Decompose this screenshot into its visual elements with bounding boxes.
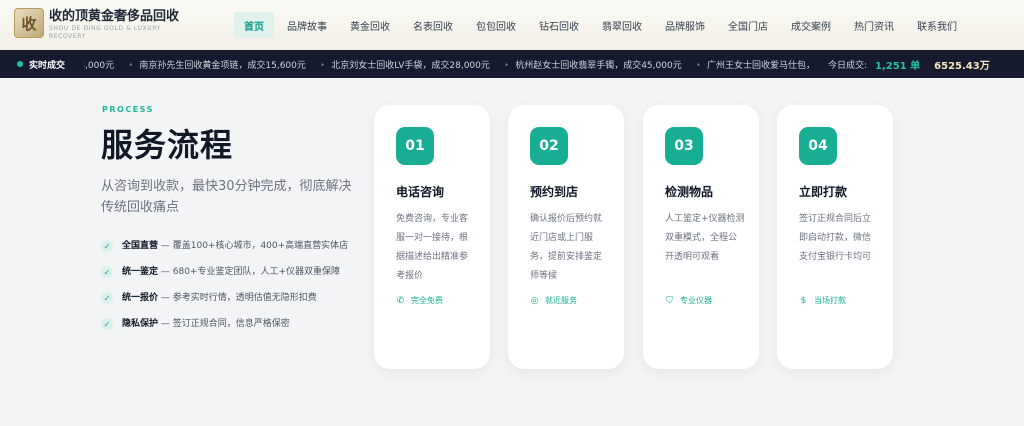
site-header: 收 收的顶黄金奢侈品回收 SHOU DE DING GOLD & LUXURY …: [0, 0, 1024, 50]
shield-icon: ⛉: [666, 295, 673, 306]
feature-text: 隐私保护 — 签订正规合同，信息严格保密: [122, 316, 290, 332]
logo-char: 收: [21, 14, 37, 33]
nav-item-gold[interactable]: 黄金回收: [340, 12, 400, 38]
step-number-badge: 01: [396, 127, 434, 165]
check-icon: ✓: [101, 318, 113, 330]
today-stats: 今日成交: 1,251 单 6525.43万: [822, 50, 1024, 78]
step-tag-label: 当场打款: [814, 296, 846, 305]
live-dot-icon: [17, 61, 23, 67]
brand-subtitle-line2: RECOVERY: [49, 33, 86, 40]
brand-name: 收的顶黄金奢侈品回收: [49, 9, 180, 24]
feature-title: 隐私保护: [122, 319, 159, 329]
step-tag: ✆ 完全免费: [396, 295, 443, 306]
stats-count: 1,251 单: [875, 60, 921, 72]
step-tag: ⛉ 专业仪器: [665, 295, 712, 306]
ticker-item: 北京刘女士回收LV手袋，成交28,000元: [320, 58, 490, 71]
feature-title: 统一报价: [122, 293, 159, 303]
section-subtitle: 从咨询到收款，最快30分钟完成，彻底解决传统回收痛点: [101, 179, 352, 215]
main-nav: 首页 品牌故事 黄金回收 名表回收 包包回收 钻石回收 翡翠回收 品牌服饰 全国…: [234, 12, 970, 38]
feature-text: 统一报价 — 参考实时行情，透明估值无隐形扣费: [122, 290, 317, 306]
step-tag-label: 就近服务: [545, 296, 577, 305]
phone-icon: ✆: [396, 295, 405, 306]
feature-item: ✓ 全国直营 — 覆盖100+核心城市，400+高端直营实体店: [101, 238, 361, 254]
live-label-block: 实时成交: [0, 50, 84, 78]
feature-title: 统一鉴定: [122, 267, 159, 277]
feature-desc: — 680+专业鉴定团队，人工+仪器双重保障: [158, 267, 340, 277]
feature-text: 全国直营 — 覆盖100+核心城市，400+高端直营实体店: [122, 238, 348, 254]
nav-item-brand-story[interactable]: 品牌故事: [277, 12, 337, 38]
feature-item: ✓ 统一报价 — 参考实时行情，透明估值无隐形扣费: [101, 290, 361, 306]
dollar-icon: $: [800, 295, 807, 306]
nav-item-jade[interactable]: 翡翠回收: [592, 12, 652, 38]
step-tag-label: 专业仪器: [680, 296, 712, 305]
section-eyebrow: PROCESS: [102, 105, 154, 114]
step-tag-label: 完全免费: [411, 296, 443, 305]
check-icon: ✓: [101, 292, 113, 304]
nav-item-contact[interactable]: 联系我们: [907, 12, 967, 38]
nav-item-apparel[interactable]: 品牌服饰: [655, 12, 715, 38]
step-description: 签订正规合同后立即启动打款，微信支付宝银行卡均可: [799, 214, 872, 262]
step-card-inspection[interactable]: 03 检测物品 人工鉴定+仪器检测双重模式，全程公开透明可观看 ⛉ 专业仪器: [643, 105, 759, 369]
live-label: 实时成交: [29, 60, 66, 71]
ticker-item: 南京孙先生回收黄金项链，成交15,600元: [128, 58, 306, 71]
ticker-item: 广州王女士回收爱马仕包，: [696, 58, 815, 71]
stats-label: 今日成交:: [828, 60, 868, 71]
step-title: 电话咨询: [396, 185, 445, 199]
nav-item-home[interactable]: 首页: [234, 12, 274, 38]
feature-list: ✓ 全国直营 — 覆盖100+核心城市，400+高端直营实体店 ✓ 统一鉴定 —…: [101, 238, 361, 342]
location-pin-icon: ◎: [530, 295, 539, 306]
step-card-instant-payment[interactable]: 04 立即打款 签订正规合同后立即启动打款，微信支付宝银行卡均可 $ 当场打款: [777, 105, 893, 369]
ticker-track: 3,000元 南京孙先生回收黄金项链，成交15,600元 北京刘女士回收LV手袋…: [68, 50, 828, 78]
feature-item: ✓ 统一鉴定 — 680+专业鉴定团队，人工+仪器双重保障: [101, 264, 361, 280]
step-description: 人工鉴定+仪器检测双重模式，全程公开透明可观看: [665, 214, 745, 262]
step-tag: $ 当场打款: [799, 295, 846, 306]
nav-item-bags[interactable]: 包包回收: [466, 12, 526, 38]
section-title: 服务流程: [101, 126, 234, 164]
brand-logo[interactable]: 收: [14, 8, 44, 38]
nav-item-cases[interactable]: 成交案例: [781, 12, 841, 38]
check-icon: ✓: [101, 266, 113, 278]
step-tag: ◎ 就近服务: [530, 295, 577, 306]
nav-item-stores[interactable]: 全国门店: [718, 12, 778, 38]
step-description: 确认报价后预约就近门店或上门服务，提前安排鉴定师等候: [530, 214, 603, 281]
step-number-badge: 03: [665, 127, 703, 165]
step-number-badge: 02: [530, 127, 568, 165]
feature-item: ✓ 隐私保护 — 签订正规合同，信息严格保密: [101, 316, 361, 332]
check-icon: ✓: [101, 240, 113, 252]
feature-desc: — 签订正规合同，信息严格保密: [158, 319, 290, 329]
stats-amount: 6525.43万: [934, 60, 990, 72]
brand-block[interactable]: 收的顶黄金奢侈品回收 SHOU DE DING GOLD & LUXURY RE…: [49, 9, 179, 41]
ticker-item: 杭州赵女士回收翡翠手镯，成交45,000元: [504, 58, 682, 71]
brand-subtitle-line1: SHOU DE DING GOLD & LUXURY: [49, 25, 161, 32]
live-deals-ticker: 实时成交 3,000元 南京孙先生回收黄金项链，成交15,600元 北京刘女士回…: [0, 50, 1024, 78]
nav-item-news[interactable]: 热门资讯: [844, 12, 904, 38]
step-title: 检测物品: [665, 185, 714, 199]
step-number-badge: 04: [799, 127, 837, 165]
nav-item-diamonds[interactable]: 钻石回收: [529, 12, 589, 38]
step-card-phone-consult[interactable]: 01 电话咨询 免费咨询，专业客服一对一接待，根据描述给出精准参考报价 ✆ 完全免…: [374, 105, 490, 369]
feature-desc: — 参考实时行情，透明估值无隐形扣费: [158, 293, 317, 303]
step-title: 预约到店: [530, 185, 579, 199]
step-card-book-visit[interactable]: 02 预约到店 确认报价后预约就近门店或上门服务，提前安排鉴定师等候 ◎ 就近服务: [508, 105, 624, 369]
feature-title: 全国直营: [122, 241, 159, 251]
feature-text: 统一鉴定 — 680+专业鉴定团队，人工+仪器双重保障: [122, 264, 340, 280]
step-title: 立即打款: [799, 185, 848, 199]
step-description: 免费咨询，专业客服一对一接待，根据描述给出精准参考报价: [396, 214, 469, 281]
feature-desc: — 覆盖100+核心城市，400+高端直营实体店: [158, 241, 349, 251]
nav-item-watches[interactable]: 名表回收: [403, 12, 463, 38]
